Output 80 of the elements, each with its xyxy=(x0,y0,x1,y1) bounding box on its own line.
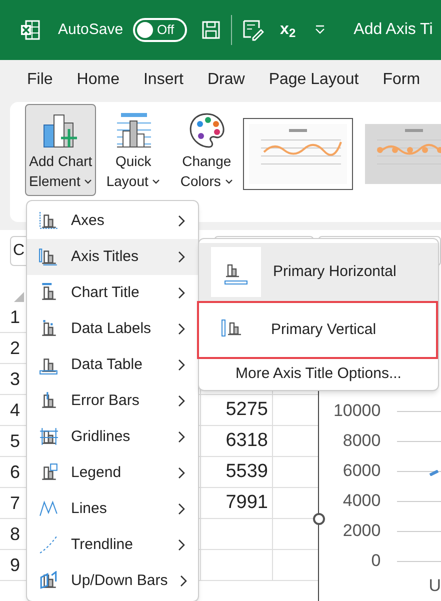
axis-label: 10000 xyxy=(332,400,381,422)
chart-element-icon xyxy=(39,571,59,591)
row-header[interactable]: 9 xyxy=(0,550,26,580)
chevron-right-icon xyxy=(178,323,186,335)
row-header[interactable]: 7 xyxy=(0,488,26,518)
chart-element-icon xyxy=(39,319,59,339)
chevron-right-icon xyxy=(178,431,186,443)
chevron-right-icon xyxy=(178,251,186,263)
autosave-label: AutoSave xyxy=(58,20,124,40)
chart-element-icon xyxy=(39,247,59,267)
chevron-right-icon xyxy=(178,359,186,371)
table-cell: 6318 xyxy=(200,426,273,456)
submenu-item[interactable]: Primary Vertical xyxy=(197,301,438,359)
menu-item[interactable]: Chart Title xyxy=(27,275,198,311)
autosave-toggle[interactable]: Off xyxy=(133,18,188,42)
row-header[interactable]: 4 xyxy=(0,395,26,425)
menu-item[interactable]: Lines xyxy=(27,491,198,527)
ribbon-button[interactable]: Add Chart Element xyxy=(25,104,96,196)
chart-style-thumbnail[interactable] xyxy=(242,118,353,190)
menu-tab[interactable]: Insert xyxy=(143,68,184,92)
axis-label: 8000 xyxy=(342,430,381,452)
axis-label: 4000 xyxy=(342,490,381,512)
axis-label: 2000 xyxy=(342,520,381,542)
chevron-right-icon xyxy=(180,575,188,587)
table-cell: 5275 xyxy=(200,395,273,425)
spreadsheet-app-icon xyxy=(20,20,40,40)
axis-label: 0 xyxy=(370,550,381,572)
chevron-right-icon xyxy=(178,539,186,551)
menu-item[interactable]: Axes xyxy=(27,203,198,239)
menu-item[interactable]: Data Table xyxy=(27,347,198,383)
category-label: U xyxy=(428,576,441,596)
toggle-label: Off xyxy=(157,21,174,40)
chart-element-icon xyxy=(39,499,59,519)
table-cell: 7991 xyxy=(200,488,273,518)
menu-item[interactable]: Gridlines xyxy=(27,419,198,455)
subscript-button[interactable]: x$_{2}$ xyxy=(280,18,296,42)
menu-item[interactable]: Legend xyxy=(27,455,198,491)
chevron-down-icon xyxy=(224,178,233,184)
chevron-right-icon xyxy=(178,467,186,479)
menu-tab[interactable]: File xyxy=(27,68,53,92)
more-options-link[interactable]: More Axis Title Options... xyxy=(236,363,402,386)
menu-tab[interactable]: Page Layout xyxy=(268,68,359,92)
data-line xyxy=(428,470,439,476)
chart-element-icon xyxy=(39,427,59,447)
row-header[interactable]: 5 xyxy=(0,426,26,456)
chart-element-icon xyxy=(39,463,59,483)
menu-item[interactable]: Error Bars xyxy=(27,383,198,419)
row-header[interactable]: 6 xyxy=(0,457,26,487)
table-cell: 5539 xyxy=(200,457,273,487)
row-header[interactable]: 1 xyxy=(0,302,26,332)
customize-toolbar-icon[interactable] xyxy=(314,24,326,36)
menu-tab[interactable]: Draw xyxy=(207,68,245,92)
menu-item[interactable]: Up/Down Bars xyxy=(27,563,198,599)
toggle-knob xyxy=(137,22,154,38)
submenu-item[interactable]: Primary Horizontal xyxy=(199,243,438,301)
chart-element-icon xyxy=(39,535,59,555)
chart-element-icon xyxy=(39,211,59,231)
ribbon-button[interactable]: Quick Layout xyxy=(102,104,164,196)
chevron-down-icon xyxy=(84,178,92,184)
chevron-right-icon xyxy=(178,215,186,227)
resize-handle[interactable] xyxy=(312,513,325,525)
ribbon-button[interactable]: Change Colors xyxy=(176,104,237,196)
chevron-right-icon xyxy=(178,395,186,407)
document-title: Add Axis Ti xyxy=(354,20,433,40)
row-header[interactable]: 8 xyxy=(0,519,26,549)
menu-item[interactable]: Data Labels xyxy=(27,311,198,347)
axis-label: 6000 xyxy=(342,460,381,482)
menu-tab[interactable]: Home xyxy=(76,68,120,92)
row-header[interactable]: 2 xyxy=(0,333,26,363)
menu-item[interactable]: Axis Titles xyxy=(27,239,198,275)
row-header[interactable]: 3 xyxy=(0,364,26,394)
menu-item[interactable]: Trendline xyxy=(27,527,198,563)
chevron-down-icon xyxy=(152,178,160,184)
save-icon[interactable] xyxy=(201,20,222,40)
chevron-right-icon xyxy=(178,503,186,515)
form-edit-icon[interactable] xyxy=(242,19,264,41)
chart-element-icon xyxy=(39,391,59,411)
chart-element-icon xyxy=(39,283,59,303)
menu-tab[interactable]: Form xyxy=(382,68,420,92)
chevron-right-icon xyxy=(178,287,186,299)
